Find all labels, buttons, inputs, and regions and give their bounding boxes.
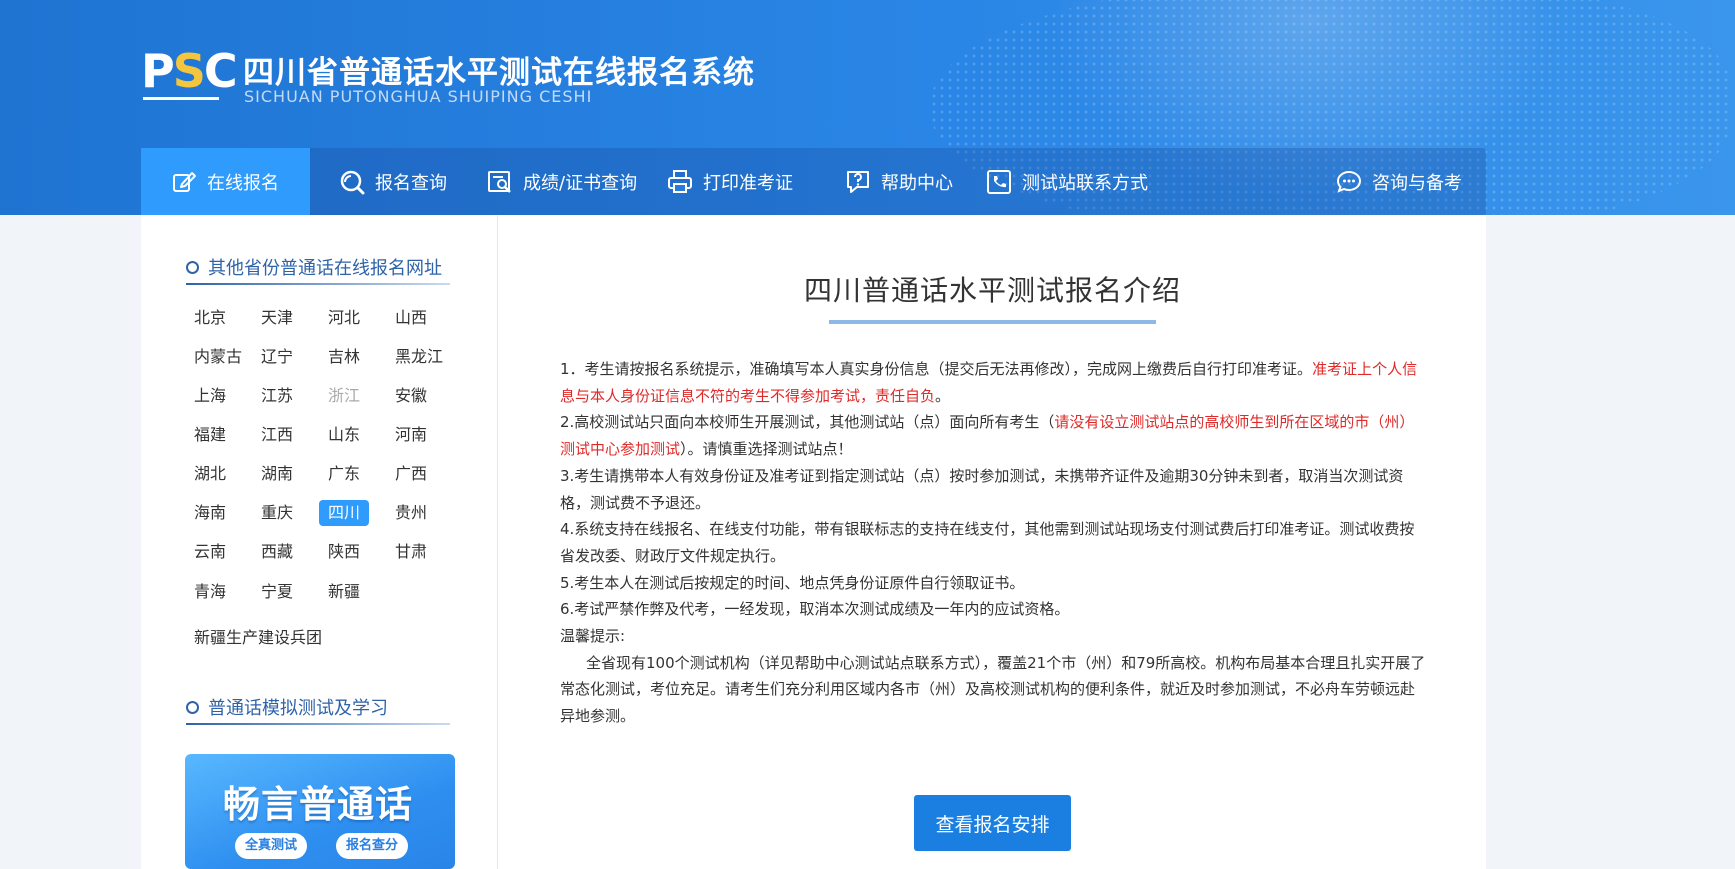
nav-item-score-query[interactable]: 成绩/证书查询 bbox=[487, 148, 637, 215]
province-link[interactable]: 上海 bbox=[194, 383, 226, 409]
province-link[interactable]: 河南 bbox=[395, 422, 427, 448]
intro-text: 1．考生请按报名系统提示，准确填写本人真实身份信息（提交后无法再修改），完成网上… bbox=[560, 356, 1426, 730]
printer-icon bbox=[668, 169, 692, 193]
promo-banner[interactable]: 畅言普通话 全真测试 报名查分 bbox=[185, 754, 455, 869]
site-title: 四川省普通话水平测试在线报名系统 bbox=[243, 55, 755, 91]
province-link[interactable]: 山西 bbox=[395, 305, 427, 331]
province-link[interactable]: 广西 bbox=[395, 461, 427, 487]
nav-item-register-query[interactable]: 报名查询 bbox=[339, 148, 447, 215]
nav-label: 帮助中心 bbox=[881, 172, 953, 194]
nav-label: 测试站联系方式 bbox=[1022, 172, 1148, 194]
circle-bullet-icon bbox=[186, 260, 199, 274]
province-link[interactable]: 贵州 bbox=[395, 500, 427, 526]
promo-title: 畅言普通话 bbox=[223, 783, 413, 826]
province-link[interactable]: 黑龙江 bbox=[395, 344, 443, 370]
nav-label: 咨询与备考 bbox=[1372, 172, 1462, 194]
search-icon bbox=[340, 170, 365, 194]
province-link[interactable]: 山东 bbox=[328, 422, 360, 448]
province-link[interactable]: 甘肃 bbox=[395, 539, 427, 565]
nav-item-online-register[interactable]: 在线报名 bbox=[141, 148, 310, 215]
certificate-search-icon bbox=[488, 170, 511, 193]
tip-body: 全省现有100个测试机构（详见帮助中心测试站点联系方式），覆盖21个市（州）和7… bbox=[560, 653, 1426, 726]
main-nav: 在线报名 报名查询 成绩/证书查询 打印准考证 帮助中心 测试站联系方式 咨询与… bbox=[141, 148, 1486, 215]
intro-item-5: 5.考生本人在测试后按规定的时间、地点凭身份证原件自行领取证书。 bbox=[560, 573, 1025, 592]
intro-item-2: 2.高校测试站只面向本校师生开展测试，其他测试站（点）面向所有考生（请没有设立测… bbox=[560, 413, 1415, 459]
page-title: 四川普通话水平测试报名介绍 bbox=[803, 274, 1181, 307]
province-link[interactable]: 河北 bbox=[328, 305, 360, 331]
province-link[interactable]: 陕西 bbox=[328, 539, 360, 565]
logo-text: PSC bbox=[141, 44, 238, 98]
intro-item-4: 4.系统支持在线报名、在线支付功能，带有银联标志的支持在线支付，其他需到测试站现… bbox=[560, 520, 1415, 565]
edit-icon bbox=[173, 171, 196, 192]
province-link[interactable]: 福建 bbox=[194, 422, 226, 448]
province-link[interactable]: 云南 bbox=[194, 539, 226, 565]
intro-item-6: 6.考试严禁作弊及代考，一经发现，取消本次测试成绩及一年内的应试资格。 bbox=[560, 600, 1070, 619]
psc-logo: PSC bbox=[141, 45, 238, 105]
practice-section-title: 普通话模拟测试及学习 bbox=[186, 694, 388, 720]
province-link-active[interactable]: 四川 bbox=[319, 500, 370, 526]
chat-icon bbox=[1336, 170, 1362, 193]
promo-pill-score[interactable]: 报名查分 bbox=[336, 833, 409, 859]
province-link[interactable]: 江西 bbox=[261, 422, 293, 448]
province-link[interactable]: 重庆 bbox=[261, 500, 293, 526]
phone-icon bbox=[987, 169, 1011, 194]
province-link-bingtuan[interactable]: 新疆生产建设兵团 bbox=[194, 625, 322, 651]
section-divider bbox=[186, 283, 450, 285]
brand[interactable]: PSC 四川省普通话水平测试在线报名系统 SICHUAN PUTONGHUA S… bbox=[141, 45, 841, 107]
province-link[interactable]: 江苏 bbox=[261, 383, 293, 409]
nav-label: 在线报名 bbox=[207, 172, 279, 194]
promo-pill-full-test[interactable]: 全真测试 bbox=[235, 833, 308, 859]
province-link[interactable]: 天津 bbox=[261, 305, 293, 331]
province-link[interactable]: 湖北 bbox=[194, 461, 226, 487]
province-link[interactable]: 西藏 bbox=[261, 539, 293, 565]
province-link[interactable]: 新疆 bbox=[328, 579, 360, 605]
province-link[interactable]: 辽宁 bbox=[261, 344, 293, 370]
circle-bullet-icon bbox=[186, 700, 199, 714]
province-link[interactable]: 海南 bbox=[194, 500, 226, 526]
help-icon bbox=[847, 170, 869, 193]
province-link[interactable]: 青海 bbox=[194, 579, 226, 605]
provinces-section-title: 其他省份普通话在线报名网址 bbox=[186, 254, 442, 280]
tip-label: 温馨提示: bbox=[560, 627, 626, 646]
site-subtitle: SICHUAN PUTONGHUA SHUIPING CESHI bbox=[244, 87, 593, 106]
nav-item-help-center[interactable]: 帮助中心 bbox=[845, 148, 953, 215]
province-link[interactable]: 湖南 bbox=[261, 461, 293, 487]
section-divider bbox=[186, 723, 450, 725]
nav-item-consult[interactable]: 咨询与备考 bbox=[1336, 148, 1462, 215]
province-link[interactable]: 宁夏 bbox=[261, 579, 293, 605]
province-link[interactable]: 安徽 bbox=[395, 383, 427, 409]
main-content: 四川普通话水平测试报名介绍 1．考生请按报名系统提示，准确填写本人真实身份信息（… bbox=[497, 215, 1486, 869]
intro-item-1: 1．考生请按报名系统提示，准确填写本人真实身份信息（提交后无法再修改），完成网上… bbox=[560, 360, 1418, 405]
province-link[interactable]: 吉林 bbox=[328, 344, 360, 370]
intro-item-3: 3.考生请携带本人有效身份证及准考证到指定测试站（点）按时参加测试，未携带齐证件… bbox=[560, 466, 1404, 512]
province-link[interactable]: 北京 bbox=[194, 305, 226, 331]
province-link-disabled: 浙江 bbox=[328, 386, 361, 405]
nav-item-print-ticket[interactable]: 打印准考证 bbox=[667, 148, 793, 215]
nav-label: 打印准考证 bbox=[703, 172, 793, 194]
book-icon bbox=[143, 97, 219, 102]
nav-label: 成绩/证书查询 bbox=[523, 172, 638, 194]
nav-item-station-contact[interactable]: 测试站联系方式 bbox=[986, 148, 1148, 215]
title-underline bbox=[829, 320, 1156, 324]
province-link[interactable]: 内蒙古 bbox=[194, 344, 242, 370]
sidebar: 其他省份普通话在线报名网址 北京 天津 河北 山西 内蒙古 辽宁 吉林 黑龙江 … bbox=[141, 215, 497, 869]
nav-label: 报名查询 bbox=[375, 172, 447, 194]
province-link[interactable]: 广东 bbox=[328, 461, 360, 487]
view-schedule-button[interactable]: 查看报名安排 bbox=[914, 795, 1071, 851]
